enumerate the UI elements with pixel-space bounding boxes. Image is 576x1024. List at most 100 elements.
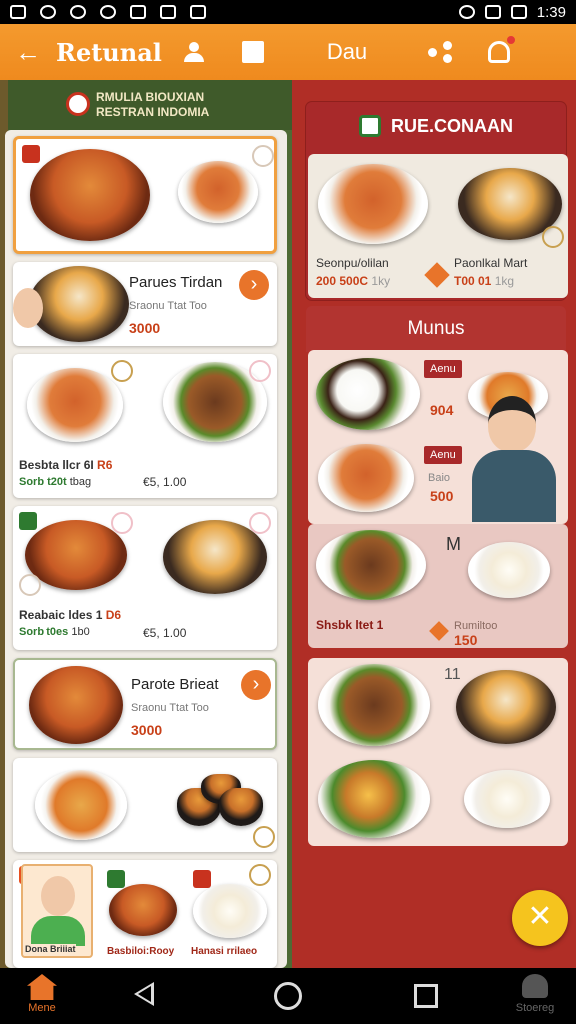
dish-subtitle: Rumiltoo	[454, 620, 498, 632]
bookmarks-button[interactable]	[224, 41, 282, 63]
favorite-icon[interactable]	[249, 864, 271, 886]
dish-card[interactable]: Parote Brieat Sraonu Ttat Too 3000 ›	[13, 658, 277, 750]
featured-dish-card[interactable]	[13, 136, 277, 254]
dish-price: 3000	[131, 722, 163, 738]
dish-image	[316, 358, 420, 430]
system-recents-button[interactable]	[414, 984, 438, 1008]
home-icon	[27, 974, 57, 1000]
restaurant-header: RMULIA BIOUXIAN RESTRAN INDOMIA	[8, 80, 292, 130]
app-icon	[190, 5, 206, 19]
dish-subtitle: Sraonu Ttat Too	[131, 702, 209, 714]
dish-image	[456, 670, 556, 744]
dish-image	[468, 542, 550, 598]
open-dish-button[interactable]: ›	[241, 670, 271, 700]
dish-name: Parues Tirdan	[129, 274, 223, 291]
dish-image	[318, 164, 428, 244]
menu-card[interactable]: Aenu 904 Aenu Baio 500	[308, 350, 568, 524]
notifications-button[interactable]	[470, 36, 528, 63]
dish-subtitle: Sraonu Ttat Too	[129, 300, 207, 312]
app-subtitle: Dau	[326, 39, 368, 64]
restaurant-name-line1: RMULIA BIOUXIAN	[96, 90, 205, 104]
dish-price-alt: €5, 1.00	[143, 626, 187, 640]
favorite-icon[interactable]	[252, 145, 274, 167]
dish-image	[109, 884, 177, 936]
menu-card[interactable]: 11	[308, 658, 568, 846]
egg-plate-image	[178, 161, 258, 223]
app-title: Retunal	[56, 37, 162, 67]
curry-bowl-image	[30, 149, 150, 241]
dish-image	[29, 266, 129, 342]
dish-price-alt: €5, 1.00	[143, 475, 187, 489]
recommend-icon	[358, 115, 381, 137]
flag-icon	[193, 870, 211, 888]
dish-card[interactable]: Parues Tirdan Sraonu Ttat Too 3000 ›	[13, 262, 277, 346]
info-icon[interactable]	[542, 226, 564, 248]
recommended-header: RUE.CONAAN	[306, 102, 566, 150]
open-dish-button[interactable]: ›	[239, 270, 269, 300]
nav-store[interactable]: Stoereg	[505, 974, 565, 1014]
battery-icon	[510, 5, 527, 19]
favorite-icon[interactable]	[249, 360, 271, 382]
system-home-button[interactable]	[274, 982, 302, 1010]
dish-image	[464, 770, 550, 828]
dish-list[interactable]: Parues Tirdan Sraonu Ttat Too 3000 › Bes…	[5, 130, 287, 968]
dish-price: 3000	[129, 320, 161, 336]
flag-icon	[19, 512, 37, 530]
nav-home[interactable]: Mene	[14, 972, 70, 1014]
wifi-icon	[458, 5, 475, 19]
back-arrow-icon[interactable]: ←	[0, 37, 56, 68]
dish-image	[29, 666, 123, 744]
chef-avatar	[468, 396, 560, 522]
favorite-icon[interactable]	[111, 360, 133, 382]
nav-home-label: Mene	[28, 1002, 56, 1014]
dish-name: Seonpu/olilan	[316, 256, 389, 270]
menu-card[interactable]: M Shsbk ltet 1 Rumiltoo 150	[308, 524, 568, 648]
profile-button[interactable]	[166, 42, 224, 62]
info-icon[interactable]	[19, 574, 41, 596]
shield-icon	[160, 5, 176, 19]
dish-image	[193, 884, 267, 938]
info-icon[interactable]	[253, 826, 275, 848]
bottom-navigation: Mene Stoereg	[0, 968, 576, 1024]
recommended-card[interactable]: Seonpu/olilan 200 500C 1ky Paonlkal Mart…	[308, 154, 568, 298]
store-icon	[522, 974, 548, 998]
dish-image	[25, 520, 127, 590]
image-icon	[10, 5, 26, 19]
dish-price: 904	[430, 402, 454, 418]
dish-image	[318, 760, 430, 838]
restaurant-name-line2: RESTRAN INDOMIA	[96, 105, 210, 119]
menus-header: Munus	[306, 306, 566, 352]
dish-card[interactable]: Reabaic ldes 1 D6 Sorb t0es 1b0 €5, 1.00	[13, 506, 277, 650]
menu-mark: 11	[444, 666, 461, 683]
dish-caption: Dona Briiiat	[25, 944, 76, 954]
dish-gallery-card[interactable]: Dona Briiiat Basbiloi:Rooу Hanasi rrilae…	[13, 860, 277, 968]
app-bar: ← Retunal Dau	[0, 24, 576, 80]
menu-tag: Aenu	[424, 360, 462, 378]
notification-icon	[40, 5, 56, 19]
dish-price: Sorb t0es 1b0	[19, 626, 90, 638]
dish-card[interactable]	[13, 758, 277, 852]
chef-head	[488, 396, 536, 452]
system-back-button[interactable]	[134, 982, 154, 1006]
restaurant-logo-icon	[66, 92, 90, 116]
flag-icon	[22, 145, 40, 163]
dish-price: 500	[430, 488, 454, 504]
favorite-icon[interactable]	[111, 512, 133, 534]
avatar	[41, 876, 75, 916]
tag-icon	[424, 262, 450, 288]
dish-image	[27, 368, 123, 442]
chef-body	[472, 450, 556, 522]
avatar-body	[31, 916, 85, 946]
favorite-icon[interactable]	[249, 512, 271, 534]
nav-store-label: Stoereg	[515, 1002, 555, 1014]
close-button[interactable]: ✕	[512, 890, 568, 946]
dish-caption: Basbiloi:Rooу	[107, 946, 175, 957]
dish-image	[318, 444, 414, 512]
restaurant-list-panel: RMULIA BIOUXIAN RESTRAN INDOMIA Parues T…	[0, 80, 292, 968]
share-button[interactable]	[412, 41, 470, 63]
dish-name: Paonlkal Mart	[454, 256, 528, 270]
signal-icon	[484, 5, 501, 19]
dish-price: Sorb t20t tbag	[19, 476, 92, 488]
dish-card[interactable]: Besbta llcr 6I R6 Sorb t20t tbag €5, 1.0…	[13, 354, 277, 498]
menu-mark: M	[446, 534, 461, 554]
